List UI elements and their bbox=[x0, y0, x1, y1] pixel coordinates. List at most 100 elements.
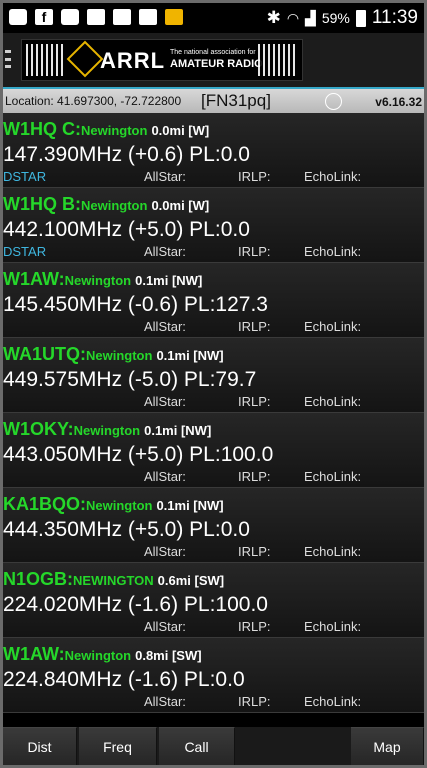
allstar-label: AllStar: bbox=[144, 319, 186, 334]
app-version: v6.16.32 bbox=[375, 95, 422, 109]
repeater-callsign: W1HQ B: bbox=[3, 194, 81, 214]
repeater-distance: 0.1mi [NW] bbox=[144, 423, 212, 438]
dstar-label: DSTAR bbox=[3, 244, 47, 259]
signal-icon: ▟ bbox=[305, 9, 316, 26]
allstar-label: AllStar: bbox=[144, 244, 186, 259]
wifi-icon: ◠ bbox=[286, 9, 300, 26]
irlp-label: IRLP: bbox=[238, 619, 271, 634]
sort-call-button[interactable]: Call bbox=[159, 727, 235, 765]
allstar-label: AllStar: bbox=[144, 544, 186, 559]
irlp-label: IRLP: bbox=[238, 319, 271, 334]
echolink-label: EchoLink: bbox=[304, 319, 362, 334]
repeater-city: Newington bbox=[86, 498, 153, 513]
irlp-label: IRLP: bbox=[238, 244, 271, 259]
gps-status-icon[interactable] bbox=[325, 93, 342, 110]
repeater-city: Newington bbox=[73, 423, 141, 438]
echolink-label: EchoLink: bbox=[304, 469, 362, 484]
repeater-row[interactable]: WA1UTQ:Newington 0.1mi [NW] 449.575MHz (-… bbox=[3, 338, 424, 413]
sort-dist-button[interactable]: Dist bbox=[3, 727, 77, 765]
battery-percent: 59% bbox=[321, 10, 350, 26]
chat-notification-icon bbox=[9, 9, 27, 25]
repeater-distance: 0.1mi [NW] bbox=[156, 498, 224, 513]
map-button[interactable]: Map bbox=[351, 727, 424, 765]
allstar-label: AllStar: bbox=[144, 394, 186, 409]
irlp-label: IRLP: bbox=[238, 169, 271, 184]
repeater-frequency: 224.020MHz (-1.6) PL:100.0 bbox=[3, 593, 268, 616]
repeater-city: Newington bbox=[81, 123, 148, 138]
app-header: ARRL The national association for AMATEU… bbox=[3, 33, 424, 89]
repeater-frequency: 224.840MHz (-1.6) PL:0.0 bbox=[3, 668, 245, 691]
repeater-row[interactable]: N1OGB:NEWINGTON 0.6mi [SW] 224.020MHz (-1… bbox=[3, 563, 424, 638]
status-bar: f ✱ ◠ ▟ 59% 11:39 bbox=[3, 3, 424, 33]
mail-icon bbox=[165, 9, 183, 25]
grid-square: [FN31pq] bbox=[201, 91, 271, 110]
repeater-callsign: KA1BQO: bbox=[3, 494, 87, 514]
repeater-city: NEWINGTON bbox=[73, 573, 154, 588]
echolink-label: EchoLink: bbox=[304, 244, 362, 259]
repeater-callsign: W1AW: bbox=[3, 644, 65, 664]
banner-tagline-2: AMATEUR RADIO bbox=[170, 58, 263, 70]
echolink-label: EchoLink: bbox=[304, 544, 362, 559]
location-bar: Location: 41.697300, -72.722800 [FN31pq]… bbox=[3, 89, 424, 113]
repeater-row[interactable]: W1HQ B:Newington 0.0mi [W] 442.100MHz (+5… bbox=[3, 188, 424, 263]
repeater-callsign: N1OGB: bbox=[3, 569, 74, 589]
repeater-distance: 0.0mi [W] bbox=[151, 123, 210, 138]
arrl-diamond-icon bbox=[66, 40, 104, 78]
arrl-banner-logo[interactable]: ARRL The national association for AMATEU… bbox=[21, 39, 303, 81]
repeater-frequency: 444.350MHz (+5.0) PL:0.0 bbox=[3, 518, 250, 541]
echolink-label: EchoLink: bbox=[304, 394, 362, 409]
repeater-distance: 0.1mi [NW] bbox=[156, 348, 224, 363]
download-icon bbox=[87, 9, 105, 25]
repeater-city: Newington bbox=[86, 348, 153, 363]
irlp-label: IRLP: bbox=[238, 544, 271, 559]
banner-tagline-1: The national association for bbox=[170, 49, 256, 56]
irlp-label: IRLP: bbox=[238, 694, 271, 709]
repeater-distance: 0.8mi [SW] bbox=[135, 648, 202, 663]
location-coordinates: Location: 41.697300, -72.722800 bbox=[5, 94, 182, 108]
repeater-city: Newington bbox=[64, 648, 132, 663]
repeater-row[interactable]: W1AW:Newington 0.8mi [SW] 224.840MHz (-1.… bbox=[3, 638, 424, 713]
repeater-callsign: WA1UTQ: bbox=[3, 344, 86, 364]
echolink-label: EchoLink: bbox=[304, 169, 362, 184]
repeater-distance: 0.0mi [W] bbox=[151, 198, 210, 213]
repeater-frequency: 442.100MHz (+5.0) PL:0.0 bbox=[3, 218, 250, 241]
allstar-label: AllStar: bbox=[144, 694, 186, 709]
repeater-row[interactable]: W1OKY:Newington 0.1mi [NW] 443.050MHz (+5… bbox=[3, 413, 424, 488]
repeater-callsign: W1OKY: bbox=[3, 419, 74, 439]
repeater-list[interactable]: W1HQ C:Newington 0.0mi [W] 147.390MHz (+0… bbox=[3, 113, 424, 713]
dstar-label: DSTAR bbox=[3, 169, 47, 184]
battery-icon bbox=[355, 9, 366, 27]
irlp-label: IRLP: bbox=[238, 469, 271, 484]
repeater-city: Newington bbox=[64, 273, 132, 288]
image-icon bbox=[139, 9, 157, 25]
allstar-label: AllStar: bbox=[144, 469, 186, 484]
banner-stripes-left bbox=[26, 44, 66, 76]
facebook-icon: f bbox=[35, 9, 53, 25]
repeater-frequency: 147.390MHz (+0.6) PL:0.0 bbox=[3, 143, 250, 166]
echolink-label: EchoLink: bbox=[304, 694, 362, 709]
echolink-label: EchoLink: bbox=[304, 619, 362, 634]
repeater-row[interactable]: W1HQ C:Newington 0.0mi [W] 147.390MHz (+0… bbox=[3, 113, 424, 188]
allstar-label: AllStar: bbox=[144, 169, 186, 184]
repeater-frequency: 449.575MHz (-5.0) PL:79.7 bbox=[3, 368, 257, 391]
drawer-menu-icon[interactable] bbox=[5, 50, 11, 68]
irlp-label: IRLP: bbox=[238, 394, 271, 409]
banner-stripes-right bbox=[258, 44, 298, 76]
repeater-distance: 0.6mi [SW] bbox=[157, 573, 225, 588]
repeater-row[interactable]: KA1BQO:Newington 0.1mi [NW] 444.350MHz (+… bbox=[3, 488, 424, 563]
repeater-callsign: W1AW: bbox=[3, 269, 65, 289]
repeater-distance: 0.1mi [NW] bbox=[135, 273, 203, 288]
sort-freq-button[interactable]: Freq bbox=[79, 727, 157, 765]
repeater-city: Newington bbox=[81, 198, 148, 213]
repeater-row[interactable]: W1AW:Newington 0.1mi [NW] 145.450MHz (-0.… bbox=[3, 263, 424, 338]
repeater-callsign: W1HQ C: bbox=[3, 119, 81, 139]
allstar-label: AllStar: bbox=[144, 619, 186, 634]
bottom-toolbar: Dist Freq Call Map bbox=[3, 727, 424, 765]
arrl-logo-text: ARRL bbox=[100, 48, 166, 73]
repeater-frequency: 443.050MHz (+5.0) PL:100.0 bbox=[3, 443, 274, 466]
bluetooth-icon: ✱ bbox=[266, 8, 281, 27]
message-icon bbox=[61, 9, 79, 25]
download-icon-2 bbox=[113, 9, 131, 25]
repeater-frequency: 145.450MHz (-0.6) PL:127.3 bbox=[3, 293, 268, 316]
clock: 11:39 bbox=[371, 7, 418, 28]
